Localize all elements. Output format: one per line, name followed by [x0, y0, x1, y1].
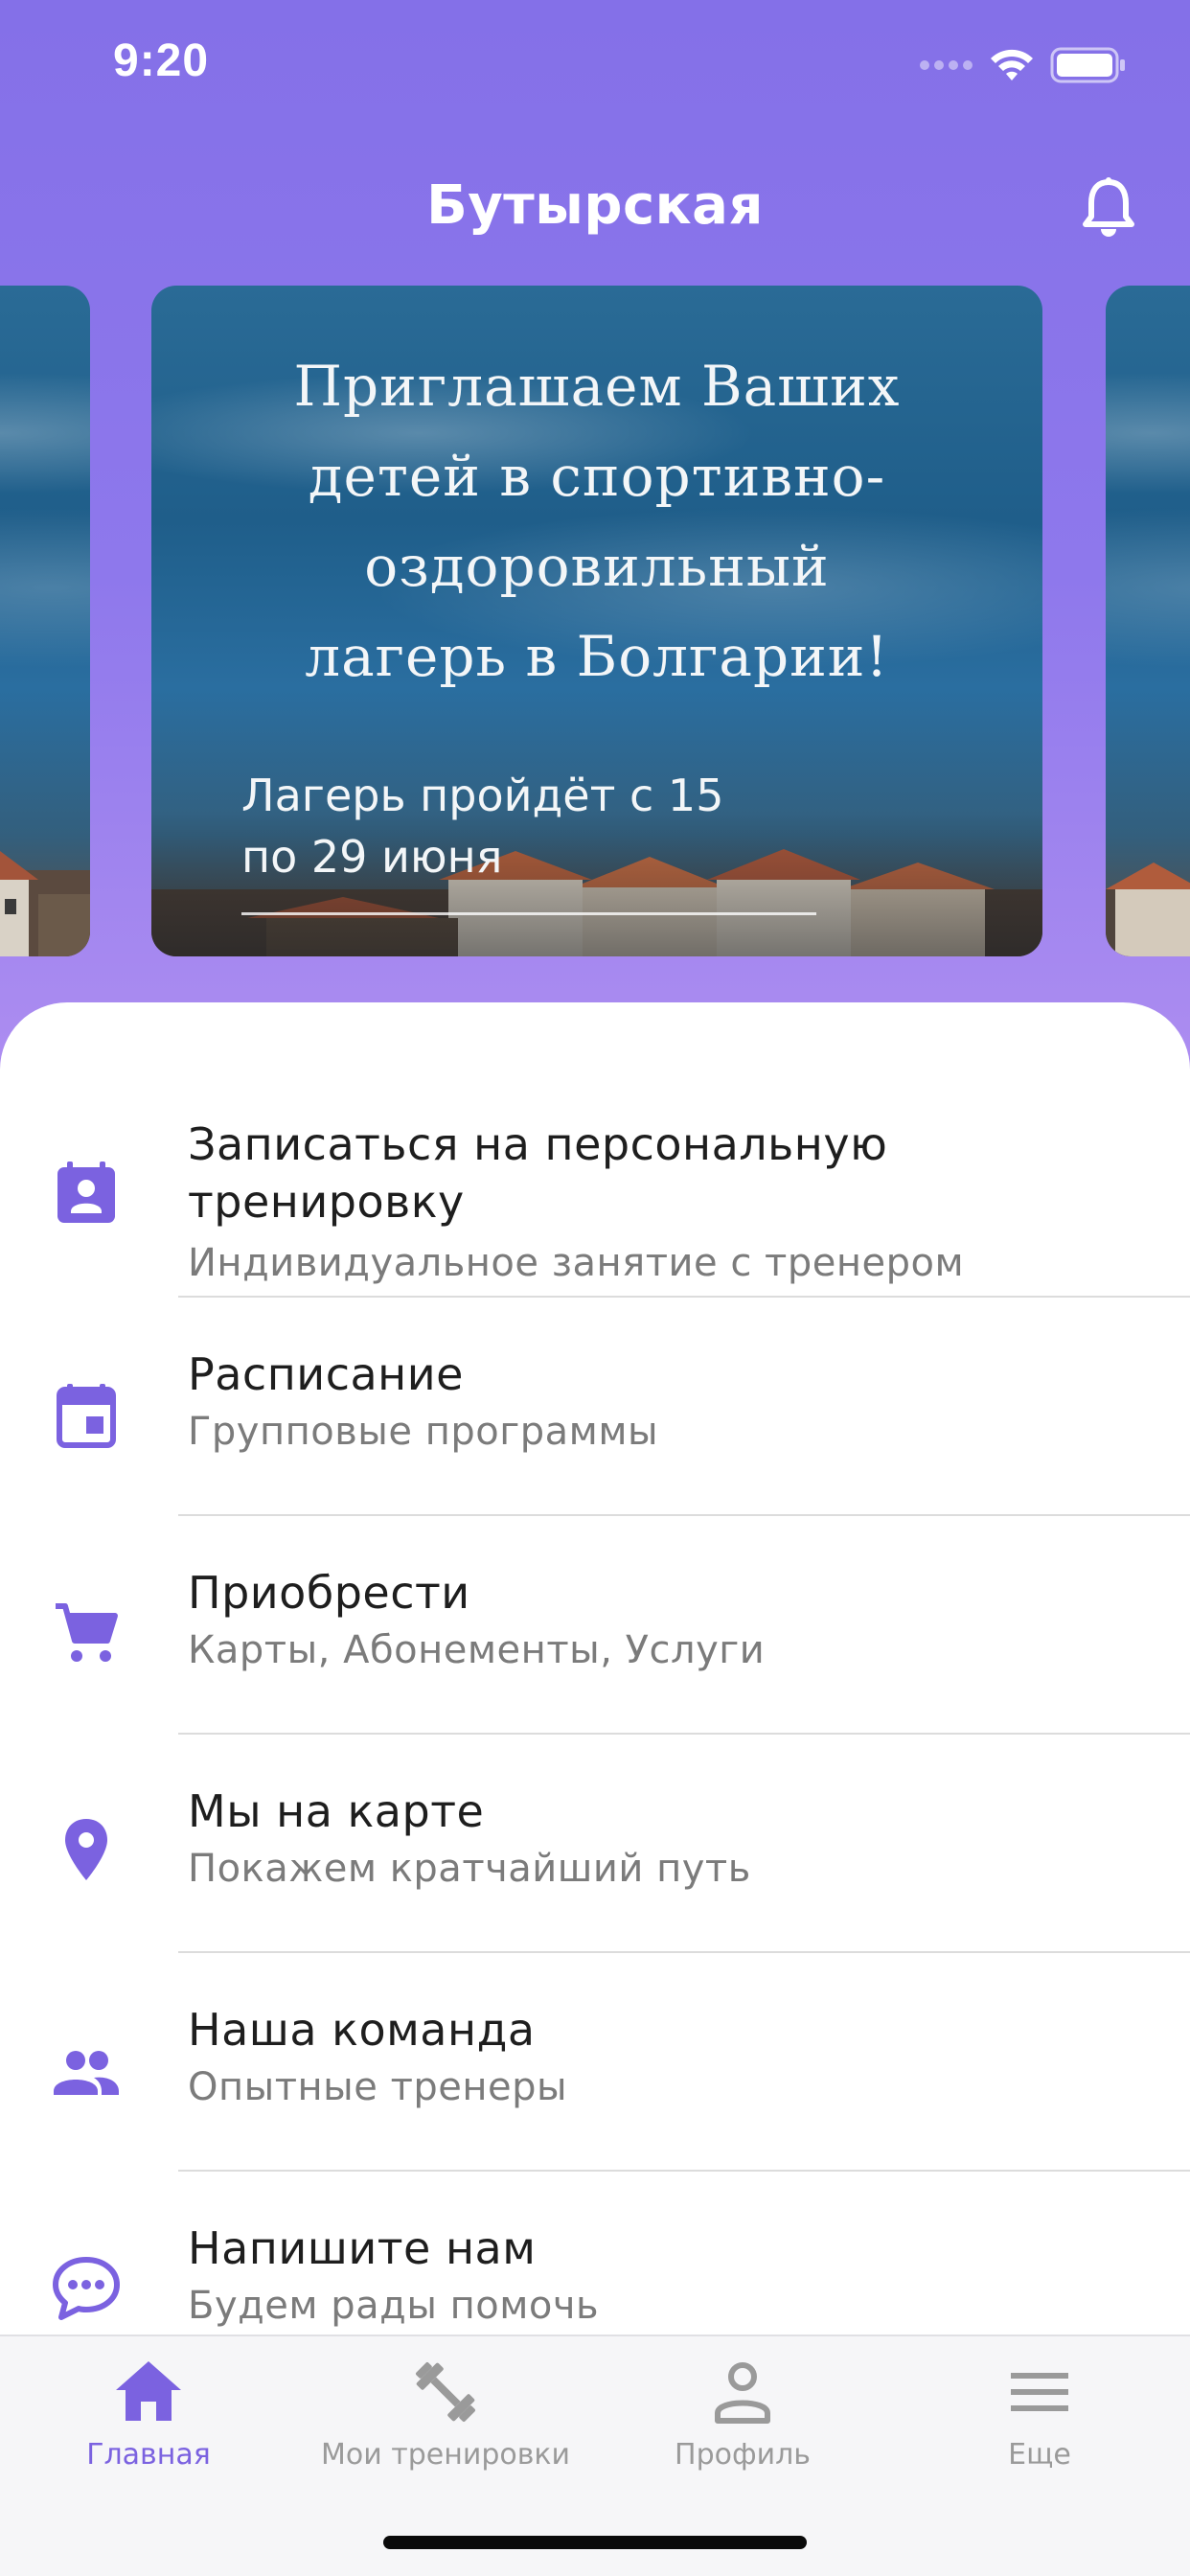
chat-icon — [53, 2257, 120, 2320]
menu-item-title: Наша команда — [188, 2004, 536, 2056]
wifi-icon — [991, 49, 1033, 80]
menu-item-subtitle: Будем рады помочь — [188, 2284, 600, 2328]
contact-calendar-icon — [57, 1162, 115, 1223]
calendar-icon — [57, 1384, 116, 1448]
banner-previous[interactable] — [0, 286, 90, 956]
cart-icon — [56, 1603, 118, 1662]
tab-label: Мои тренировки — [320, 2438, 571, 2472]
banner-town-image — [1106, 862, 1190, 956]
banner-divider — [241, 912, 816, 915]
status-bar: 9:20 — [0, 0, 1190, 134]
dumbbell-icon — [416, 2362, 475, 2422]
promo-carousel[interactable]: Приглашаем Ваших детей в спортивно- оздо… — [0, 286, 1190, 956]
tab-home[interactable]: Главная — [0, 2336, 297, 2528]
banner-headline: Приглашаем Ваших детей в спортивно- оздо… — [293, 354, 901, 689]
page-title: Бутырская — [426, 174, 764, 237]
banner-town-image — [0, 851, 90, 956]
menu-item-map[interactable]: Мы на карте Покажем кратчайший путь — [0, 1735, 1190, 1953]
menu-item-team[interactable]: Наша команда Опытные тренеры — [0, 1953, 1190, 2172]
banner-next[interactable] — [1106, 286, 1190, 956]
tab-label: Еще — [1008, 2438, 1071, 2472]
signal-icon — [920, 60, 973, 70]
location-pin-icon — [65, 1819, 107, 1880]
battery-icon — [1050, 47, 1125, 83]
menu-item-subtitle: Индивидуальное занятие с тренером — [188, 1241, 965, 1285]
menu-item-title: Напишите нам — [188, 2222, 537, 2274]
people-icon — [54, 2051, 119, 2095]
menu-item-subtitle: Опытные тренеры — [188, 2065, 568, 2109]
banner-subtitle: Лагерь пройдёт с 15 по 29 июня — [241, 770, 724, 883]
app-screen: 9:20 Бутырская Приглашаем Ваших детей в … — [0, 0, 1190, 2576]
menu-item-purchase[interactable]: Приобрести Карты, Абонементы, Услуги — [0, 1516, 1190, 1735]
tab-label: Профиль — [675, 2438, 811, 2472]
header: Бутырская — [0, 153, 1190, 259]
menu-item-title: Записаться на персональную тренировку — [188, 1118, 888, 1228]
menu-item-schedule[interactable]: Расписание Групповые программы — [0, 1298, 1190, 1516]
menu-item-subtitle: Групповые программы — [188, 1410, 659, 1454]
menu-item-title: Расписание — [188, 1348, 464, 1400]
menu-sheet: Записаться на персональную тренировку Ин… — [0, 1002, 1190, 2344]
menu-item-title: Мы на карте — [188, 1785, 485, 1837]
status-time: 9:20 — [113, 35, 210, 86]
profile-icon — [715, 2362, 770, 2424]
tab-more[interactable]: Еще — [891, 2336, 1188, 2528]
menu-item-subtitle: Карты, Абонементы, Услуги — [188, 1628, 766, 1672]
bell-icon[interactable] — [1075, 174, 1142, 242]
status-icons — [920, 44, 1127, 86]
home-icon — [116, 2361, 181, 2421]
menu-item-write-us[interactable]: Напишите нам Будем рады помочь — [0, 2172, 1190, 2344]
banner-current[interactable]: Приглашаем Ваших детей в спортивно- оздо… — [151, 286, 1042, 956]
menu-icon — [1011, 2373, 1068, 2411]
tab-profile[interactable]: Профиль — [594, 2336, 891, 2528]
menu-item-subtitle: Покажем кратчайший путь — [188, 1847, 751, 1891]
menu-item-title: Приобрести — [188, 1567, 470, 1619]
tab-my-workouts[interactable]: Мои тренировки — [297, 2336, 594, 2528]
tab-label: Главная — [86, 2438, 211, 2472]
home-indicator — [383, 2536, 807, 2549]
